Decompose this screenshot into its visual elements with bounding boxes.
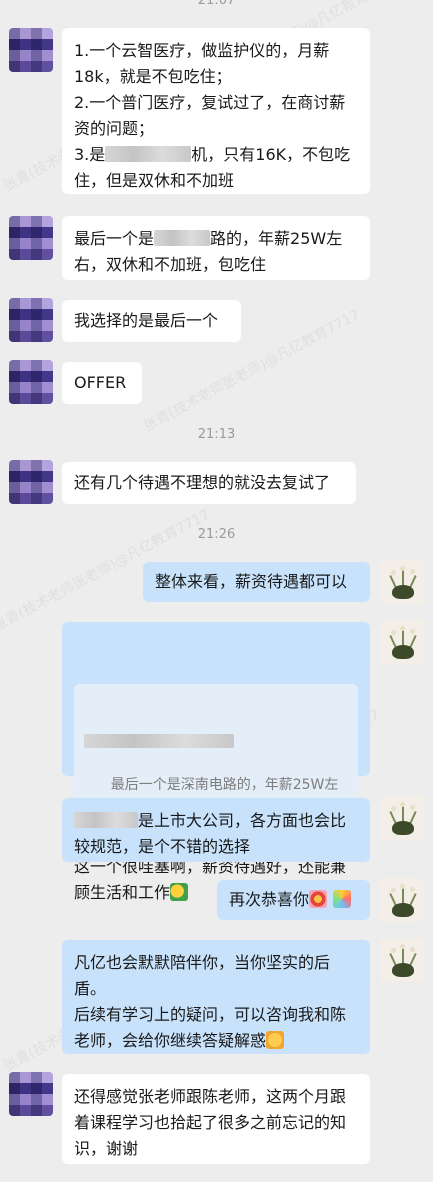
message-bubble[interactable]: 是上市大公司，各方面也会比 较规范，是个不错的选择 [62,798,370,862]
redacted-text [105,146,192,162]
message-text: 路的，年薪25W左 [210,229,343,248]
message-text: 2.一个普门医疗，复试过了，在商讨薪 [74,93,346,112]
avatar[interactable] [380,560,424,604]
message-text: 还得感觉张老师跟陈老师，这两个月跟着课程学习也拾起了很多之前忘记的知识，谢谢 [74,1087,347,1158]
message-text: 机，只有16K，不包吃 [191,145,351,164]
message-bubble[interactable]: OFFER [62,362,142,404]
avatar[interactable] [380,620,424,664]
message-bubble[interactable]: 还有几个待遇不理想的就没去复试了 [62,462,356,504]
message-bubble[interactable]: 还得感觉张老师跟陈老师，这两个月跟着课程学习也拾起了很多之前忘记的知识，谢谢 [62,1074,370,1164]
message-bubble[interactable]: 我选择的是最后一个 [62,300,241,342]
message-text: 整体来看，薪资待遇都可以 [155,572,348,591]
avatar[interactable] [380,938,424,982]
timestamp: 21:07 [197,0,236,8]
message-text: 最后一个是 [74,229,155,248]
handshake-icon [266,1031,285,1049]
message-bubble[interactable]: 1.一个云智医疗，做监护仪的，月薪 18k，就是不包吃住； 2.一个普门医疗，复… [62,28,370,194]
message-text: 18k，就是不包吃住； [74,67,232,86]
redacted-text [74,812,138,828]
message-bubble[interactable]: 再次恭喜你 [217,880,370,920]
avatar[interactable] [9,28,53,72]
timestamp: 21:26 [197,527,236,542]
message-bubble[interactable]: 最后一个是 路的，年薪25W左 右，双休和不加班，包吃住 [62,216,370,280]
message-text: 还有几个待遇不理想的就没去复试了 [74,473,331,492]
message-text: OFFER [74,373,127,392]
avatar[interactable] [380,878,424,922]
message-text: 住，但是双休和不加班 [74,171,235,190]
redacted-text [154,230,211,246]
party-popper-icon [333,890,352,908]
avatar[interactable] [9,1072,53,1116]
message-bubble[interactable]: 整体来看，薪资待遇都可以 [143,562,370,602]
avatar[interactable] [9,216,53,260]
avatar[interactable] [380,796,424,840]
avatar[interactable] [9,460,53,504]
timestamp: 21:13 [197,427,236,442]
thumbs-up-icon [170,883,189,901]
message-text: 我选择的是最后一个 [74,311,219,330]
redacted-quote-author [84,734,234,748]
message-bubble[interactable]: 最后一个是深南电路的，年薪25W左右，双休和不加班，包吃住 这一个很哇塞啊，薪资… [62,622,370,902]
avatar[interactable] [9,298,53,342]
message-text: 较规范，是个不错的选择 [74,837,251,856]
message-text: 3.是 [74,145,106,164]
message-text: 1.一个云智医疗，做监护仪的，月薪 [74,41,330,60]
message-bubble[interactable]: 凡亿也会默默陪伴你，当你坚实的后盾。 后续有学习上的疑问，可以咨询我和陈老师，会… [62,940,370,1054]
message-text: 是上市大公司，各方面也会比 [138,811,347,830]
message-text: 再次恭喜你 [229,890,310,909]
avatar[interactable] [9,360,53,404]
message-text: 右，双休和不加班，包吃住 [74,255,267,274]
message-text: 资的问题； [74,119,155,138]
message-text: 凡亿也会默默陪伴你，当你坚实的后盾。 后续有学习上的疑问，可以咨询我和陈老师，会… [74,953,347,1050]
firecracker-icon [309,890,328,908]
